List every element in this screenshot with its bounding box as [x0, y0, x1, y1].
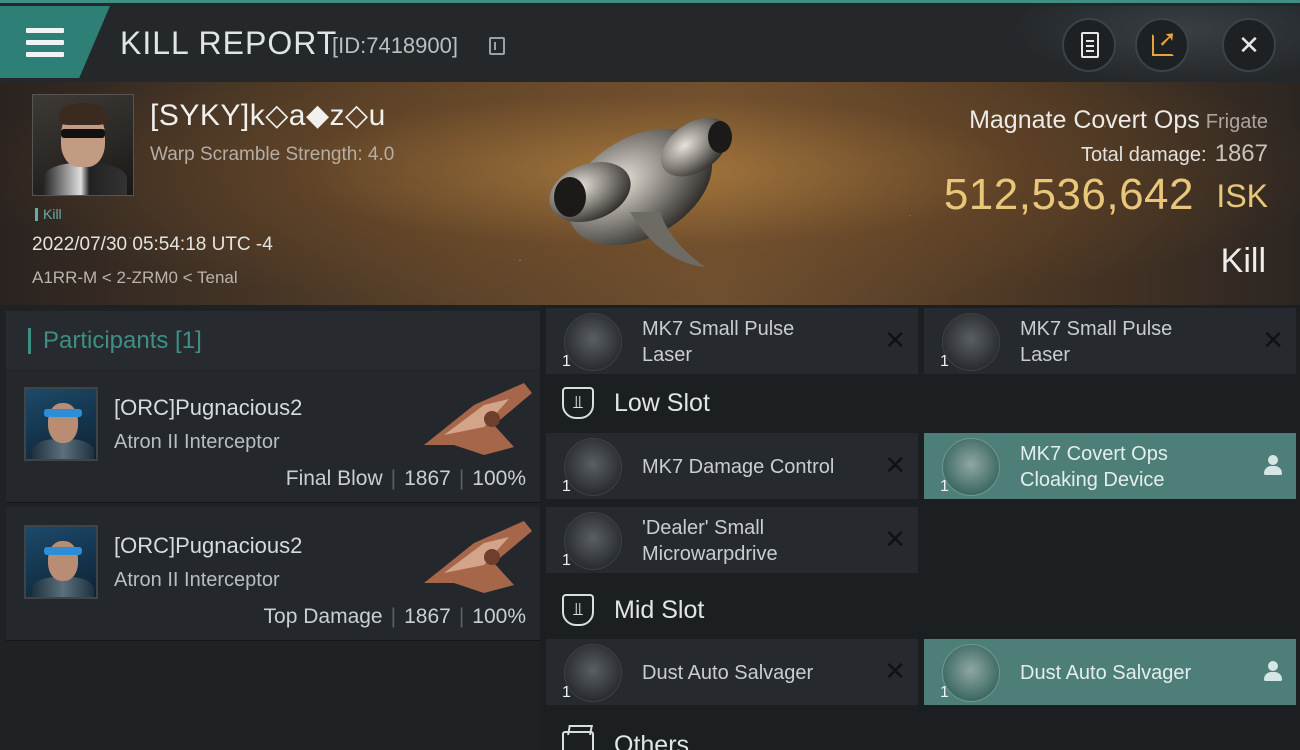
- participant-name: [ORC]Pugnacious2: [114, 533, 303, 558]
- page-title: KILL REPORT: [120, 25, 338, 61]
- total-damage: Total damage: 1867: [1080, 140, 1268, 167]
- participant-ship-image: [424, 521, 532, 593]
- low-slot-icon: [562, 387, 594, 419]
- participant-stats: Top Damage | 1867 | 100%: [263, 605, 526, 628]
- close-button[interactable]: ✕: [1222, 18, 1276, 72]
- copy-icon[interactable]: [489, 37, 505, 55]
- module-name: MK7 Damage Control: [642, 456, 835, 478]
- module-card[interactable]: 1 Dust Auto Salvager ✕: [546, 639, 918, 705]
- menu-button[interactable]: [0, 6, 110, 78]
- destroyed-icon: ✕: [884, 656, 906, 686]
- destroyed-icon: ✕: [884, 450, 906, 480]
- module-card-dropped[interactable]: 1 Dust Auto Salvager: [924, 639, 1296, 705]
- salvager-icon: [942, 644, 1000, 702]
- destroyed-icon: ✕: [884, 524, 906, 554]
- module-card[interactable]: 1 MK7 Small Pulse Laser ✕: [546, 308, 918, 374]
- menu-icon: [26, 28, 64, 64]
- module-name: MK7 Covert Ops Cloaking Device: [1020, 443, 1168, 491]
- share-button[interactable]: [1135, 18, 1189, 72]
- participant-stats: Final Blow | 1867 | 100%: [285, 467, 526, 490]
- clipboard-icon: [1081, 32, 1099, 58]
- victim-name[interactable]: [SYKY]k◇a◆z◇u: [150, 98, 386, 133]
- person-icon: [1264, 455, 1282, 475]
- kill-datetime: 2022/07/30 05:54:18 UTC -4: [32, 234, 273, 255]
- destroyed-icon: ✕: [1262, 325, 1284, 355]
- module-card-dropped[interactable]: 1 MK7 Covert Ops Cloaking Device: [924, 433, 1296, 499]
- kill-location[interactable]: A1RR-M < 2-ZRM0 < Tenal: [32, 268, 238, 288]
- isk-value: 512,536,642: [943, 170, 1194, 219]
- warp-scramble-strength: Warp Scramble Strength: 4.0: [150, 144, 395, 165]
- participant-name: [ORC]Pugnacious2: [114, 395, 303, 420]
- module-name: 'Dealer' Small Microwarpdrive: [642, 517, 778, 565]
- kill-result: Kill: [1220, 242, 1266, 280]
- isk-unit: ISK: [1216, 178, 1268, 214]
- module-name: MK7 Small Pulse Laser: [1020, 318, 1173, 366]
- share-icon: [1152, 26, 1176, 56]
- victim-ship-image[interactable]: [530, 92, 770, 282]
- person-icon: [1264, 661, 1282, 681]
- laser-icon: [564, 313, 622, 371]
- participants-header: Participants [1]: [6, 311, 540, 369]
- module-name: Dust Auto Salvager: [1020, 662, 1192, 684]
- module-name: Dust Auto Salvager: [642, 662, 814, 684]
- damage-control-icon: [564, 438, 622, 496]
- module-name: MK7 Small Pulse Laser: [642, 318, 795, 366]
- microwarpdrive-icon: [564, 512, 622, 570]
- laser-icon: [942, 313, 1000, 371]
- cloaking-device-icon: [942, 438, 1000, 496]
- kill-report-header: KILL REPORT [ID:7418900] ✕: [0, 0, 1300, 85]
- module-card[interactable]: 1 MK7 Damage Control ✕: [546, 433, 918, 499]
- participant-row[interactable]: [ORC]Pugnacious2 Atron II Interceptor Fi…: [6, 369, 540, 503]
- clipboard-button[interactable]: [1062, 18, 1116, 72]
- participant-ship: Atron II Interceptor: [114, 431, 280, 453]
- participant-row[interactable]: [ORC]Pugnacious2 Atron II Interceptor To…: [6, 507, 540, 641]
- kill-tag: Kill: [35, 206, 62, 222]
- box-icon: [562, 731, 594, 750]
- participant-ship-image: [424, 383, 532, 455]
- fittings-panel: 1 MK7 Small Pulse Laser ✕ 1 MK7 Small Pu…: [540, 305, 1300, 750]
- victim-ship-type[interactable]: Magnate Covert Ops Frigate: [969, 106, 1268, 135]
- participant-ship: Atron II Interceptor: [114, 569, 280, 591]
- victim-banner: [SYKY]k◇a◆z◇u Warp Scramble Strength: 4.…: [0, 82, 1300, 305]
- victim-avatar[interactable]: [32, 94, 134, 196]
- kill-id: [ID:7418900]: [332, 33, 458, 58]
- salvager-icon: [564, 644, 622, 702]
- module-card[interactable]: 1 'Dealer' Small Microwarpdrive ✕: [546, 507, 918, 573]
- destroyed-icon: ✕: [884, 325, 906, 355]
- mid-slot-header: Mid Slot: [540, 582, 1300, 638]
- participants-panel: Participants [1] [ORC]Pugnacious2 Atron …: [0, 305, 540, 750]
- participant-avatar: [24, 525, 98, 599]
- low-slot-header: Low Slot: [540, 375, 1300, 431]
- participant-avatar: [24, 387, 98, 461]
- close-icon: ✕: [1238, 30, 1260, 60]
- mid-slot-icon: [562, 594, 594, 626]
- others-header: Others: [540, 717, 1300, 750]
- module-card[interactable]: 1 MK7 Small Pulse Laser ✕: [924, 308, 1296, 374]
